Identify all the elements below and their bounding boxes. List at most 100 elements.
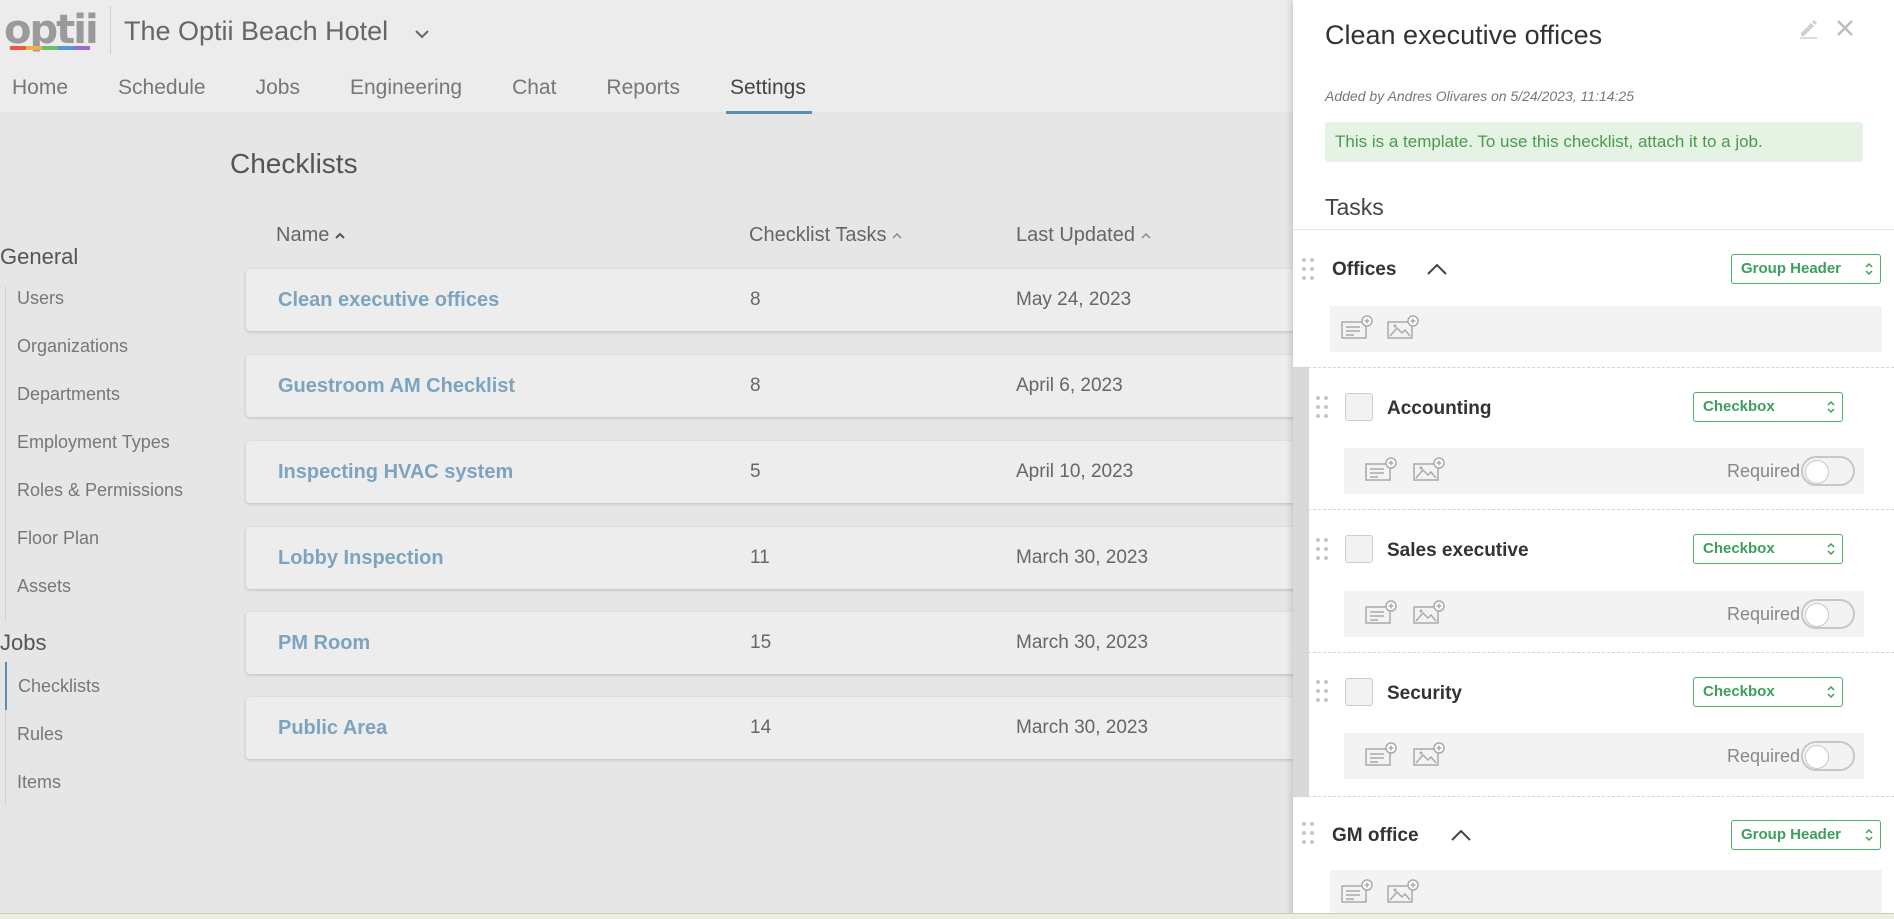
sidebar-item-checklists[interactable]: Checklists (5, 662, 205, 710)
checklist-name-link[interactable]: Inspecting HVAC system (278, 461, 513, 484)
task-type-select[interactable]: Group Header (1731, 820, 1881, 850)
task-label[interactable]: Security (1387, 683, 1462, 705)
optii-logo[interactable]: optii (4, 8, 99, 54)
chevron-up-icon[interactable] (1426, 262, 1448, 276)
added-by-text: Added by Andres Olivares on 5/24/2023, 1… (1325, 88, 1634, 104)
table-row[interactable]: Inspecting HVAC system 5 April 10, 2023 (246, 441, 1306, 503)
task-type-value: Checkbox (1703, 398, 1775, 415)
add-image-icon[interactable] (1412, 456, 1446, 484)
sidebar-item-rules[interactable]: Rules (6, 710, 205, 758)
add-image-icon[interactable] (1412, 741, 1446, 769)
column-header-label: Last Updated (1016, 224, 1135, 246)
add-image-icon[interactable] (1412, 599, 1446, 627)
sidebar-jobs-list: Checklists Rules Items (5, 662, 205, 806)
column-header-last-updated[interactable]: Last Updated (1016, 224, 1151, 247)
divider (1293, 652, 1894, 653)
task-type-select[interactable]: Checkbox (1693, 392, 1843, 422)
column-header-name[interactable]: Name (276, 224, 346, 247)
checklist-last-updated: April 10, 2023 (1016, 461, 1134, 482)
template-notice: This is a template. To use this checklis… (1325, 122, 1863, 162)
checklist-name-link[interactable]: Lobby Inspection (278, 547, 444, 570)
sidebar-item-employment-types[interactable]: Employment Types (6, 430, 205, 478)
add-image-icon[interactable] (1386, 878, 1420, 906)
drag-handle-icon[interactable] (1315, 538, 1329, 562)
column-header-label: Checklist Tasks (749, 224, 887, 246)
checklist-name-link[interactable]: PM Room (278, 632, 370, 655)
task-label[interactable]: Accounting (1387, 398, 1492, 420)
required-label: Required (1727, 604, 1801, 624)
nav-reports[interactable]: Reports (606, 76, 680, 108)
add-note-icon[interactable] (1364, 599, 1398, 627)
table-row[interactable]: Clean executive offices 8 May 24, 2023 (246, 269, 1306, 331)
sidebar-item-departments[interactable]: Departments (6, 382, 205, 430)
checklist-detail-drawer: Clean executive offices Added by Andres … (1293, 0, 1894, 919)
sort-caret-icon (892, 232, 902, 239)
sidebar-item-roles-permissions[interactable]: Roles & Permissions (6, 478, 205, 526)
task-checkbox[interactable] (1345, 678, 1373, 706)
task-type-value: Checkbox (1703, 683, 1775, 700)
chevron-down-icon[interactable] (412, 24, 432, 44)
task-checkbox[interactable] (1345, 393, 1373, 421)
checklist-task-count: 14 (750, 717, 772, 738)
add-note-icon[interactable] (1364, 456, 1398, 484)
add-note-icon[interactable] (1340, 314, 1374, 342)
divider (1293, 796, 1894, 797)
sidebar-item-organizations[interactable]: Organizations (6, 334, 205, 382)
required-toggle[interactable] (1801, 741, 1855, 771)
column-header-checklist-tasks[interactable]: Checklist Tasks (749, 224, 902, 247)
logo-color-bar (10, 46, 90, 50)
edit-icon[interactable] (1796, 16, 1820, 40)
task-type-value: Group Header (1741, 260, 1842, 277)
sidebar-item-assets[interactable]: Assets (6, 574, 205, 622)
nav-schedule[interactable]: Schedule (118, 76, 206, 108)
checklist-task-count: 5 (750, 461, 761, 482)
checklist-last-updated: April 6, 2023 (1016, 375, 1123, 396)
nav-chat[interactable]: Chat (512, 76, 556, 108)
nav-engineering[interactable]: Engineering (350, 76, 462, 108)
checklist-name-link[interactable]: Clean executive offices (278, 289, 499, 312)
add-image-icon[interactable] (1386, 314, 1420, 342)
checklist-name-link[interactable]: Public Area (278, 717, 387, 740)
hotel-name[interactable]: The Optii Beach Hotel (124, 16, 388, 47)
required-toggle[interactable] (1801, 599, 1855, 629)
sort-caret-icon (335, 232, 346, 239)
chevron-up-icon[interactable] (1450, 828, 1472, 842)
task-label[interactable]: Sales executive (1387, 540, 1529, 562)
group-header-title[interactable]: Offices (1332, 259, 1396, 281)
sidebar-item-items[interactable]: Items (6, 758, 205, 806)
sidebar-item-floor-plan[interactable]: Floor Plan (6, 526, 205, 574)
logo-bar-segment (42, 46, 58, 50)
nav-jobs[interactable]: Jobs (256, 76, 300, 108)
required-label: Required (1727, 461, 1801, 481)
nav-settings[interactable]: Settings (725, 76, 812, 114)
drag-handle-icon[interactable] (1301, 258, 1315, 282)
logo-bar-segment (74, 46, 90, 50)
task-type-select[interactable]: Checkbox (1693, 677, 1843, 707)
main-nav: Home Schedule Jobs Engineering Chat Repo… (12, 76, 856, 114)
group-header-title[interactable]: GM office (1332, 825, 1419, 847)
task-checkbox[interactable] (1345, 535, 1373, 563)
add-note-icon[interactable] (1364, 741, 1398, 769)
drag-handle-icon[interactable] (1315, 396, 1329, 420)
sidebar-group-general: General (0, 244, 79, 269)
table-row[interactable]: Lobby Inspection 11 March 30, 2023 (246, 527, 1306, 589)
task-type-value: Group Header (1741, 826, 1842, 843)
bottom-edge (0, 913, 1894, 919)
table-row[interactable]: Public Area 14 March 30, 2023 (246, 697, 1306, 759)
table-row[interactable]: Guestroom AM Checklist 8 April 6, 2023 (246, 355, 1306, 417)
add-note-icon[interactable] (1340, 878, 1374, 906)
drag-handle-icon[interactable] (1301, 822, 1315, 846)
task-type-select[interactable]: Group Header (1731, 254, 1881, 284)
task-type-select[interactable]: Checkbox (1693, 534, 1843, 564)
close-icon[interactable] (1833, 16, 1857, 40)
checklist-name-link[interactable]: Guestroom AM Checklist (278, 375, 515, 398)
nav-home[interactable]: Home (12, 76, 68, 108)
required-toggle[interactable] (1801, 456, 1855, 486)
sidebar-item-users[interactable]: Users (6, 286, 205, 334)
table-row[interactable]: PM Room 15 March 30, 2023 (246, 612, 1306, 674)
divider (1293, 367, 1894, 368)
divider (1293, 509, 1894, 510)
drag-handle-icon[interactable] (1315, 680, 1329, 704)
checklist-last-updated: March 30, 2023 (1016, 717, 1149, 738)
checklist-task-count: 11 (750, 547, 770, 568)
